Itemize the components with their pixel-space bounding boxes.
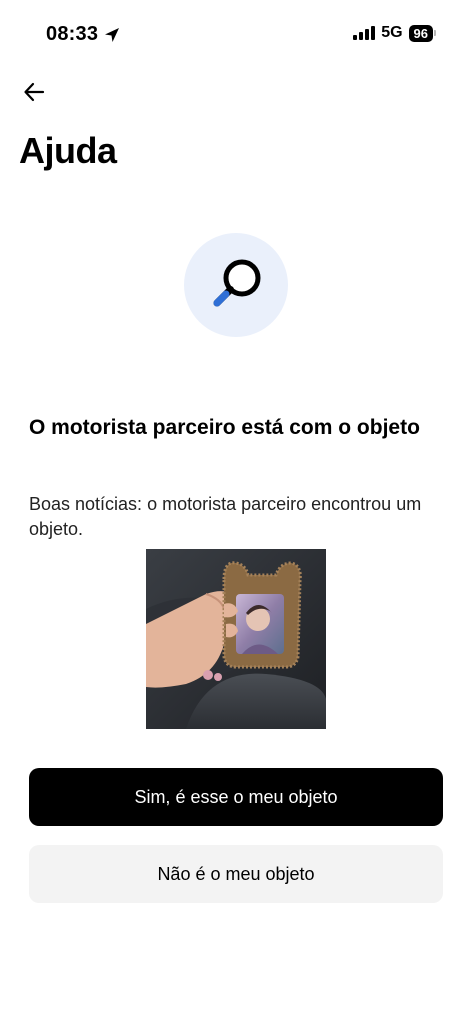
clock-text: 08:33: [46, 23, 99, 45]
network-type: 5G: [381, 24, 403, 41]
battery-level: 96: [408, 24, 433, 42]
cellular-signal-icon: [353, 26, 376, 40]
status-bar-time: 08:33: [46, 23, 120, 46]
result-description: Boas notícias: o motorista parceiro enco…: [29, 494, 422, 539]
arrow-left-icon: [24, 82, 45, 102]
found-item-photo: [146, 549, 326, 729]
battery-icon: 96: [408, 24, 436, 42]
search-illustration: [184, 233, 288, 337]
confirm-object-button[interactable]: Sim, é esse o meu objeto: [29, 768, 443, 826]
magnifying-glass-icon: [213, 259, 261, 307]
result-heading: O motorista parceiro está com o objeto: [29, 416, 420, 439]
page-title: Ajuda: [19, 130, 117, 171]
location-arrow-icon: [105, 27, 120, 42]
deny-object-label: Não é o meu objeto: [157, 863, 315, 884]
help-screen: 08:33 5G 96 Ajuda O motorista parceiro e…: [0, 0, 472, 1024]
status-bar-indicators: 5G 96: [353, 24, 436, 42]
back-button[interactable]: [20, 78, 48, 106]
deny-object-button[interactable]: Não é o meu objeto: [29, 845, 443, 903]
confirm-object-label: Sim, é esse o meu objeto: [134, 786, 338, 807]
